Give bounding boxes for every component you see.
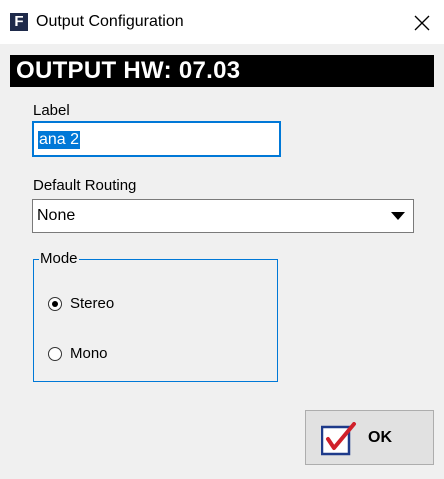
radio-stereo-label: Stereo [70,295,115,312]
default-routing-value: None [37,207,76,224]
chevron-down-icon[interactable] [391,212,405,220]
ok-button-label: OK [368,429,392,446]
mode-legend: Mode [39,250,79,268]
title-bar[interactable]: F Output Configuration [0,0,444,44]
close-icon [414,15,430,31]
label-input-value: ana 2 [38,131,81,149]
radio-mono-label: Mono [70,345,108,362]
close-button[interactable] [400,0,444,44]
mode-group: Mode Stereo Mono [33,250,278,382]
radio-stereo[interactable]: Stereo [48,295,168,315]
output-configuration-dialog: F Output Configuration OUTPUT HW: 07.03 … [0,0,444,479]
radio-button-icon[interactable] [48,297,62,311]
label-caption: Label [33,102,70,119]
output-hw-header: OUTPUT HW: 07.03 [10,55,434,87]
default-routing-select[interactable]: None [32,199,414,233]
radio-button-icon[interactable] [48,347,62,361]
label-input[interactable]: ana 2 [32,121,281,157]
radio-mono[interactable]: Mono [48,345,168,365]
checkbox-check-icon [321,422,356,456]
window-title: Output Configuration [36,13,184,30]
app-icon: F [10,13,28,31]
radio-selected-dot [52,301,58,307]
default-routing-caption: Default Routing [33,177,137,194]
ok-button[interactable]: OK [305,410,434,465]
